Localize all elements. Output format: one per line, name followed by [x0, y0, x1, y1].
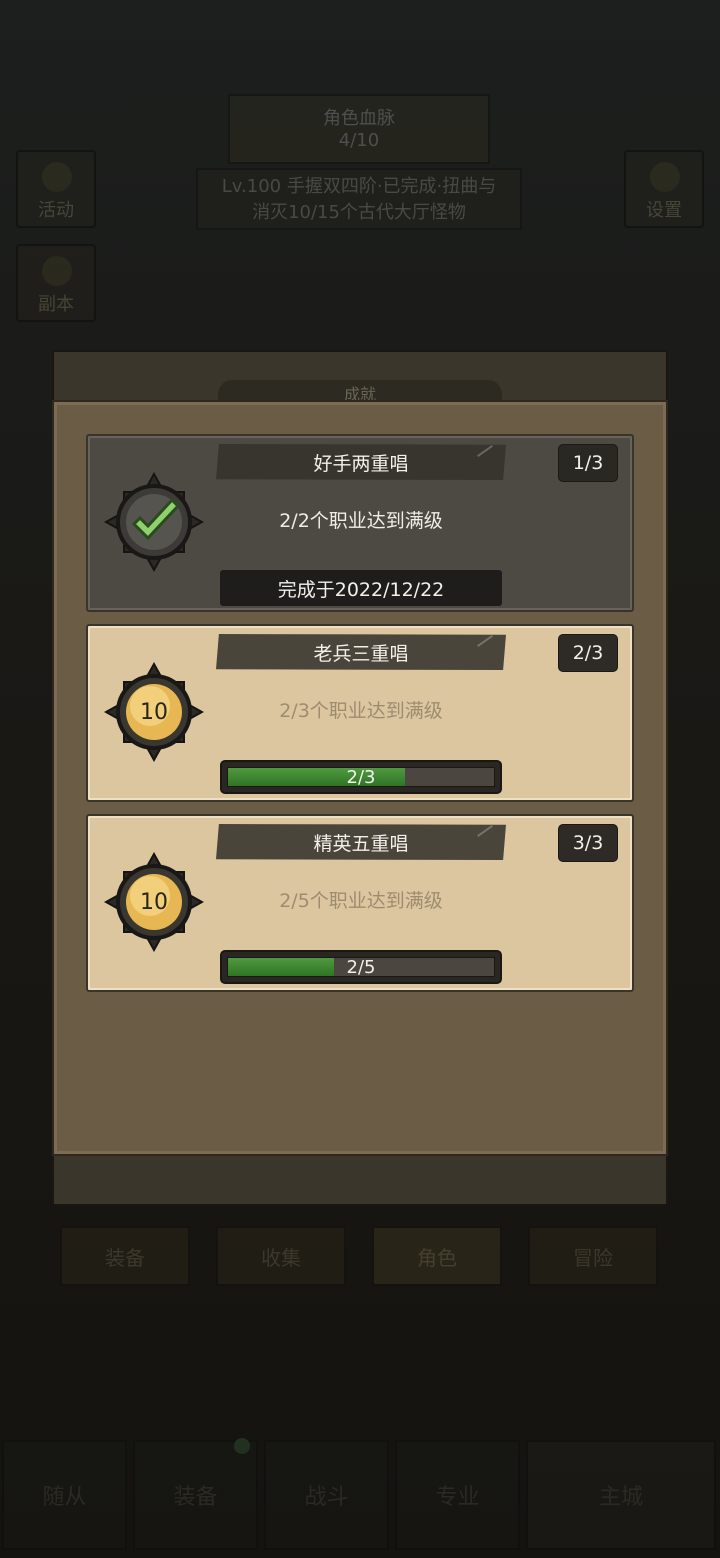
progress-bar: 2/3: [220, 760, 502, 794]
scratch-decoration: [477, 825, 493, 837]
tab-collection[interactable]: 收集: [216, 1226, 346, 1286]
reward-amount: 10: [140, 889, 168, 915]
achievement-tier-counter: 2/3: [558, 634, 618, 672]
tab-adventure[interactable]: 冒险: [528, 1226, 658, 1286]
tab-equipment[interactable]: 装备: [60, 1226, 190, 1286]
reward-amount: 10: [140, 699, 168, 725]
achievement-title: 老兵三重唱: [216, 634, 506, 670]
achievement-title-text: 精英五重唱: [313, 832, 409, 855]
achievement-card-1[interactable]: 好手两重唱 1/3 2/2个职业达到满级 完成于2022/12/22: [86, 434, 634, 612]
progress-label: 2/5: [346, 956, 376, 978]
bloodline-title: 角色血脉: [323, 108, 395, 129]
settings-button[interactable]: 设置: [624, 150, 704, 228]
nav-profession[interactable]: 专业: [395, 1440, 520, 1550]
achievement-card-3[interactable]: 精英五重唱 3/3 10 2/5个职业达到满级 2/5: [86, 814, 634, 992]
scratch-decoration: [477, 445, 493, 457]
progress-bar: 2/5: [220, 950, 502, 984]
settings-label: 设置: [646, 200, 682, 221]
achievement-title-text: 老兵三重唱: [313, 642, 409, 665]
nav-followers[interactable]: 随从: [2, 1440, 127, 1550]
house-icon: [42, 162, 72, 192]
achievement-card-2[interactable]: 老兵三重唱 2/3 10 2/3个职业达到满级 2/3: [86, 624, 634, 802]
achievement-title: 精英五重唱: [216, 824, 506, 860]
completion-date: 完成于2022/12/22: [220, 570, 502, 606]
dungeon-icon: [42, 256, 72, 286]
dungeon-button[interactable]: 副本: [16, 244, 96, 322]
nav-main-city[interactable]: 主城: [526, 1440, 716, 1550]
achievement-description: 2/3个职业达到满级: [279, 700, 443, 722]
progress-label: 2/3: [346, 766, 376, 788]
achievement-title-text: 好手两重唱: [313, 452, 409, 475]
achievement-tier-counter: 1/3: [558, 444, 618, 482]
achievement-tier-counter: 3/3: [558, 824, 618, 862]
progress-track: 2/5: [227, 956, 495, 978]
achievement-description: 2/5个职业达到满级: [279, 890, 443, 912]
tab-character[interactable]: 角色: [372, 1226, 502, 1286]
dungeon-label: 副本: [38, 294, 74, 315]
bloodline-card[interactable]: 角色血脉 4/10: [228, 94, 490, 164]
nav-equipment[interactable]: 装备: [133, 1440, 258, 1550]
bloodline-value: 4/10: [338, 130, 380, 151]
notification-dot: [234, 1438, 250, 1454]
gear-icon: [650, 162, 680, 192]
activity-button[interactable]: 活动: [16, 150, 96, 228]
quest-line-1: Lv.100 手握双四阶·已完成·扭曲与: [221, 176, 497, 197]
scratch-decoration: [477, 635, 493, 647]
progress-track: 2/3: [227, 766, 495, 788]
quest-line-2: 消灭10/15个古代大厅怪物: [252, 202, 466, 223]
check-medal-icon: [104, 472, 204, 572]
quest-tracker[interactable]: Lv.100 手握双四阶·已完成·扭曲与 消灭10/15个古代大厅怪物: [196, 168, 522, 230]
activity-label: 活动: [38, 200, 74, 221]
achievement-description: 2/2个职业达到满级: [279, 510, 443, 532]
achievement-title: 好手两重唱: [216, 444, 506, 480]
nav-battle[interactable]: 战斗: [264, 1440, 389, 1550]
